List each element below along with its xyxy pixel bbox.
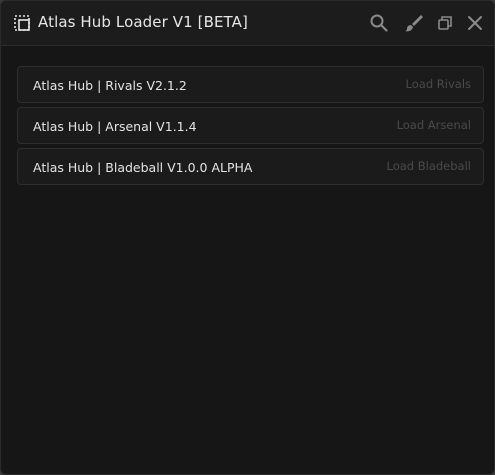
script-label: Atlas Hub | Arsenal V1.1.4 (33, 119, 197, 134)
script-row-arsenal[interactable]: Atlas Hub | Arsenal V1.1.4 Load Arsenal (17, 107, 484, 144)
grid-icon (12, 13, 32, 33)
search-icon[interactable] (368, 12, 390, 34)
brush-icon[interactable] (403, 12, 425, 34)
title-bar: Atlas Hub Loader V1 [BETA] (1, 1, 494, 46)
load-bladeball-button[interactable]: Load Bladeball (387, 159, 472, 173)
restore-icon[interactable] (434, 12, 456, 34)
loader-window: Atlas Hub Loader V1 [BETA] Atlas Hub | R… (0, 0, 495, 475)
script-label: Atlas Hub | Rivals V2.1.2 (33, 78, 187, 93)
script-row-rivals[interactable]: Atlas Hub | Rivals V2.1.2 Load Rivals (17, 66, 484, 103)
load-arsenal-button[interactable]: Load Arsenal (397, 118, 471, 132)
script-label: Atlas Hub | Bladeball V1.0.0 ALPHA (33, 160, 253, 175)
load-rivals-button[interactable]: Load Rivals (406, 77, 471, 91)
script-row-bladeball[interactable]: Atlas Hub | Bladeball V1.0.0 ALPHA Load … (17, 148, 484, 185)
script-list: Atlas Hub | Rivals V2.1.2 Load Rivals At… (17, 66, 484, 189)
close-icon[interactable] (464, 12, 486, 34)
window-title: Atlas Hub Loader V1 [BETA] (38, 13, 248, 31)
